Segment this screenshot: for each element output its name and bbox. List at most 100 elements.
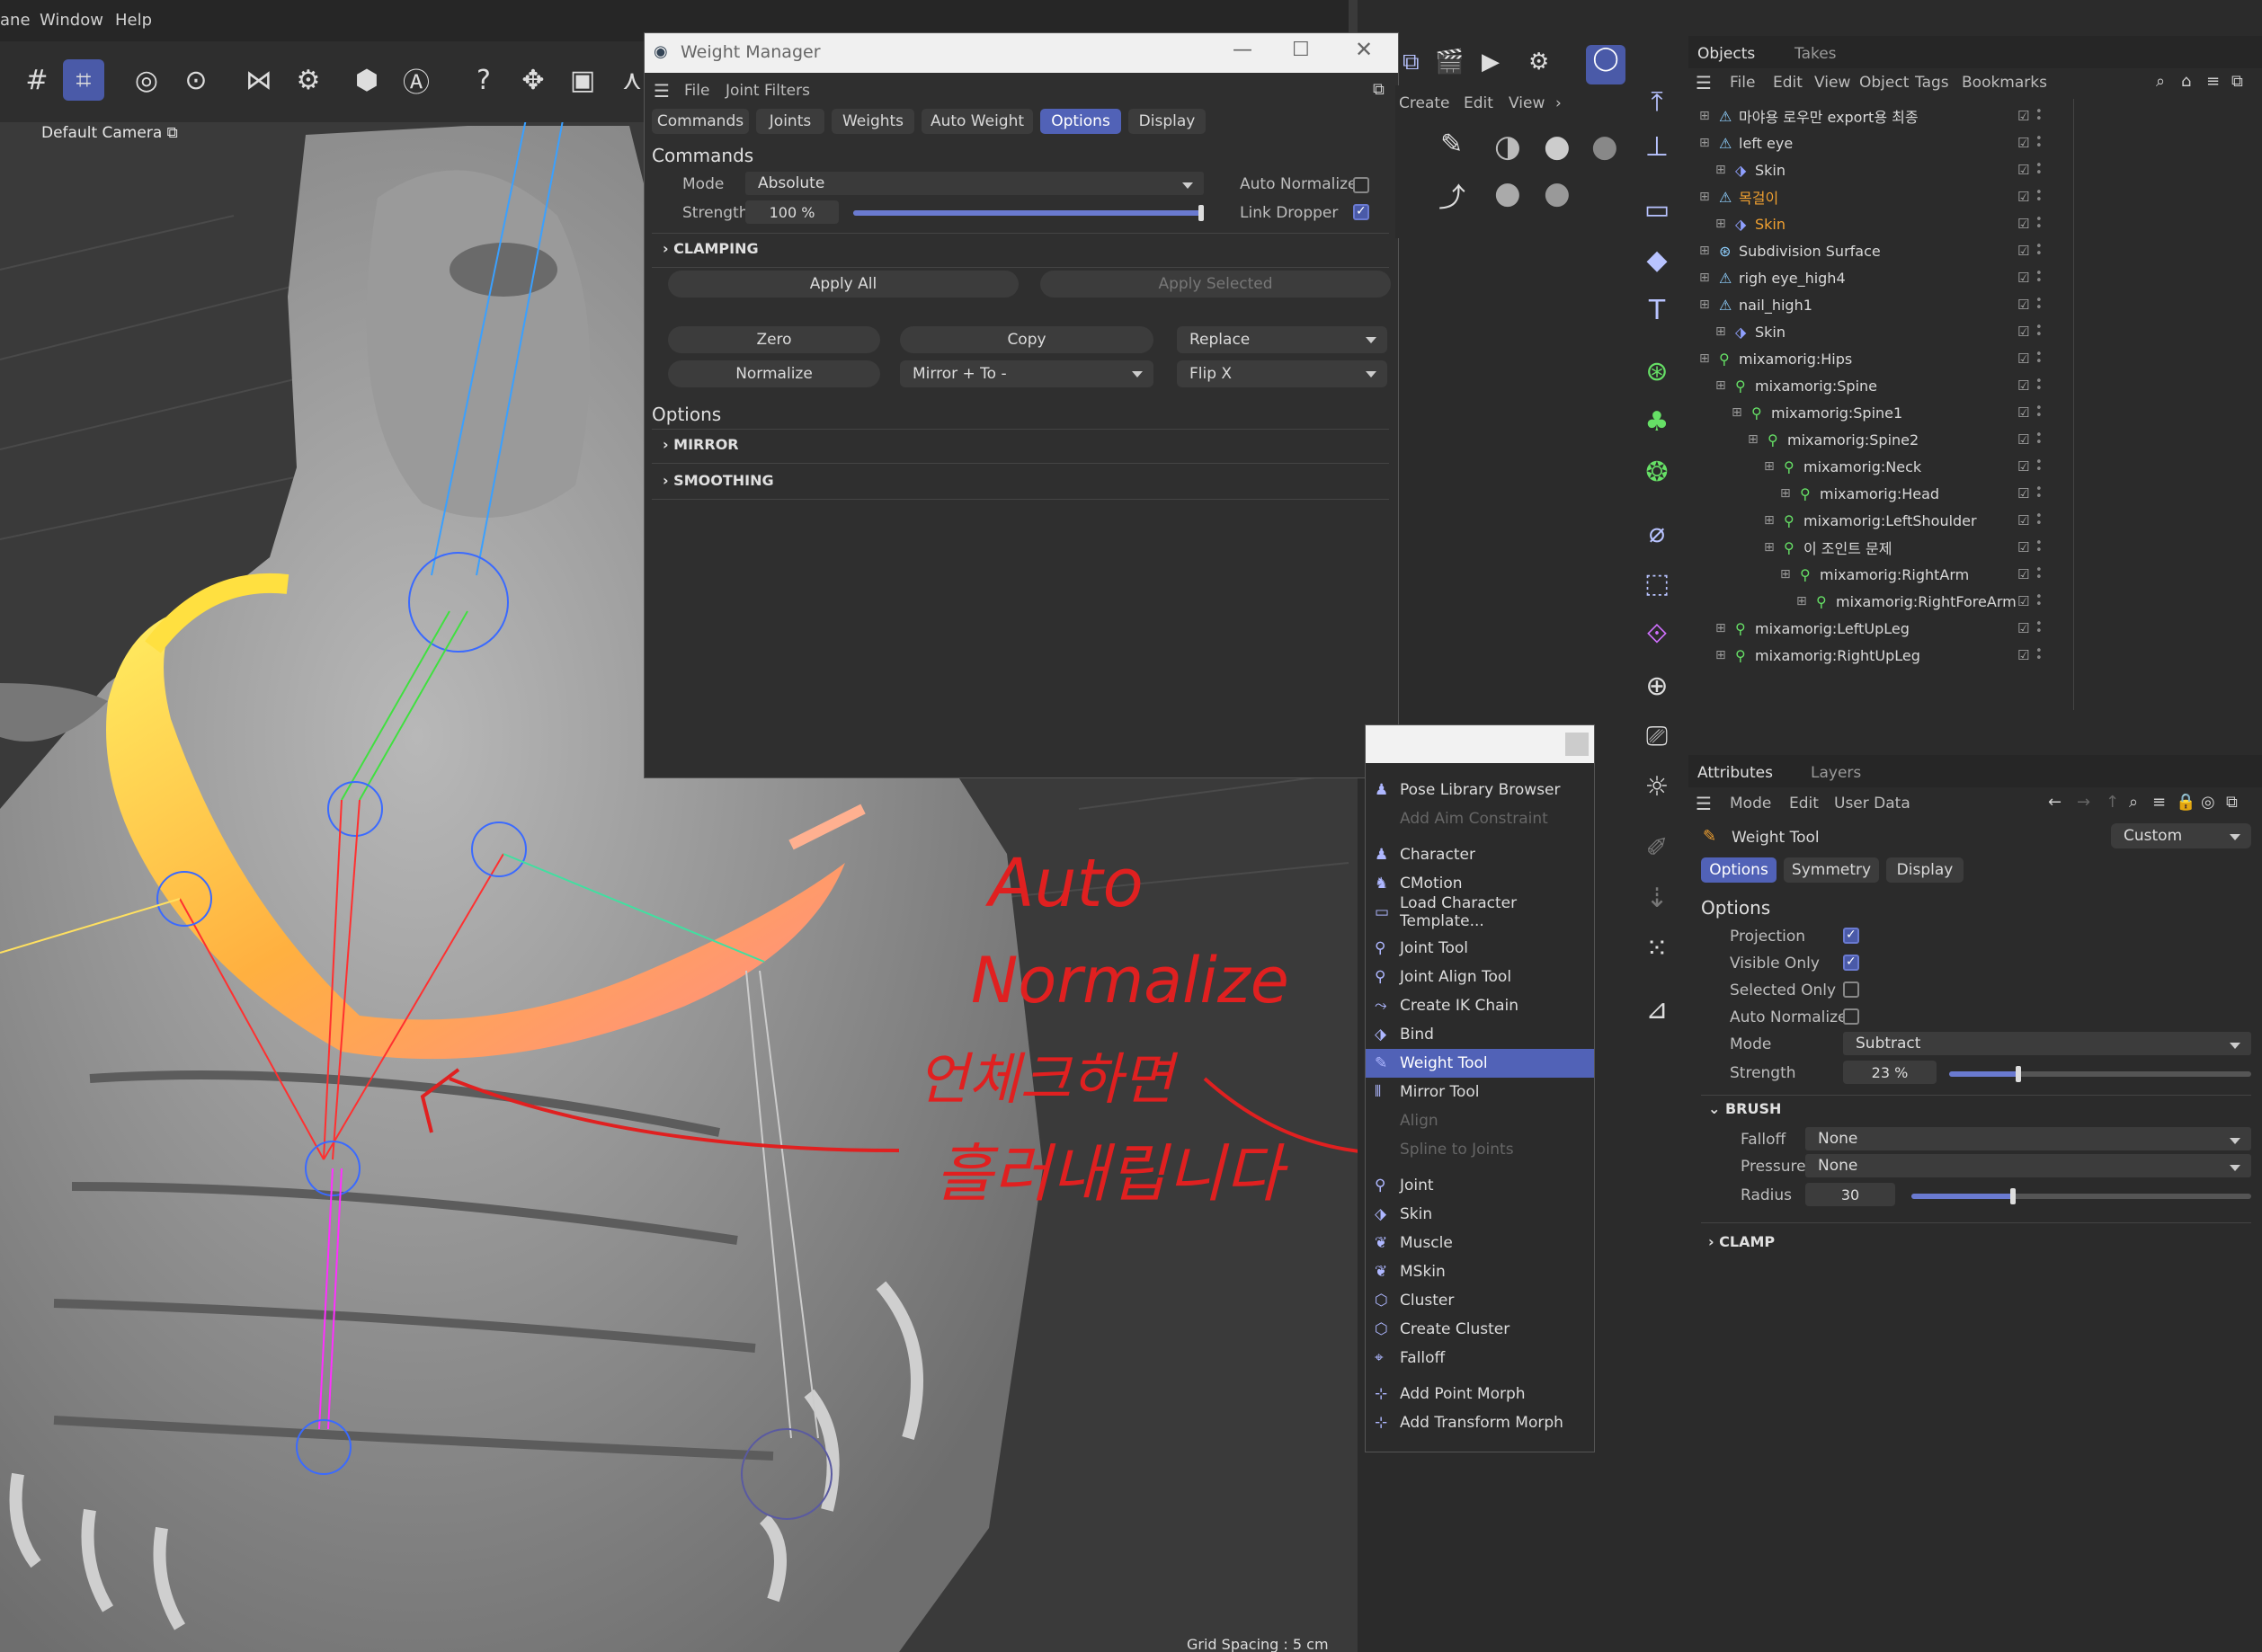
- workplane-icon[interactable]: ⊿: [1636, 989, 1678, 1030]
- menu-ane[interactable]: ane: [0, 11, 31, 30]
- apply-selected-button[interactable]: Apply Selected: [1040, 271, 1391, 298]
- symmetry-icon[interactable]: ⋈: [238, 59, 280, 101]
- close-icon[interactable]: ✕: [1355, 37, 1373, 62]
- layer-toggle-icon[interactable]: ☑: [2017, 297, 2029, 313]
- auto-normalize-checkbox[interactable]: [1843, 1008, 1859, 1025]
- visibility-dots-icon[interactable]: • •: [2035, 430, 2043, 449]
- preset-dropdown[interactable]: Custom: [2111, 823, 2251, 848]
- expand-icon[interactable]: ⊞: [1715, 621, 1726, 635]
- hamburger-icon[interactable]: ☰: [654, 80, 670, 102]
- expand-icon[interactable]: ⊞: [1748, 432, 1759, 447]
- smoothing-section[interactable]: › SMOOTHING: [663, 472, 774, 489]
- pin-icon[interactable]: ◎: [2201, 793, 2215, 812]
- mirror-to-dropdown[interactable]: Mirror + To -: [900, 360, 1153, 387]
- object-row[interactable]: ⊞ ⚠ 마야용 로우만 export용 최종 ☑ • •: [1688, 102, 2262, 129]
- tab-auto-weight[interactable]: Auto Weight: [922, 109, 1033, 134]
- snap-toggle-icon[interactable]: ⌗: [63, 59, 104, 101]
- object-row[interactable]: ⊞ ⚠ left eye ☑ • •: [1688, 129, 2262, 156]
- menu-joint-filters[interactable]: Joint Filters: [726, 82, 810, 100]
- visibility-dots-icon[interactable]: • •: [2035, 564, 2043, 583]
- layer-toggle-icon[interactable]: ☑: [2017, 404, 2029, 421]
- minimize-icon[interactable]: —: [1233, 39, 1252, 61]
- eyedropper-icon[interactable]: ✎: [1440, 129, 1463, 160]
- up-arrow-icon[interactable]: ↑: [2106, 793, 2119, 812]
- layer-toggle-icon[interactable]: ☑: [2017, 647, 2029, 663]
- menu-help[interactable]: Help: [115, 11, 152, 30]
- object-row[interactable]: ⊞ ⚲ 이 조인트 문제 ☑ • •: [1688, 534, 2262, 561]
- cm-menu-edit[interactable]: Edit: [1464, 94, 1493, 112]
- link-dropper-checkbox[interactable]: [1353, 204, 1369, 220]
- menu-file[interactable]: File: [684, 82, 709, 100]
- expand-icon[interactable]: ⊞: [1796, 594, 1807, 608]
- layer-toggle-icon[interactable]: ☑: [2017, 377, 2029, 394]
- object-row[interactable]: ⊞ ⚲ mixamorig:LeftUpLeg ☑ • •: [1688, 615, 2262, 642]
- mode-dropdown[interactable]: Subtract: [1843, 1032, 2251, 1055]
- visibility-dots-icon[interactable]: • •: [2035, 403, 2043, 422]
- object-row[interactable]: ⊞ ⚠ nail_high1 ☑ • •: [1688, 291, 2262, 318]
- generator-icon[interactable]: ⊛: [1636, 351, 1678, 392]
- obj-menu-object[interactable]: Object: [1859, 74, 1909, 92]
- lock-icon[interactable]: 🔒: [2176, 793, 2195, 812]
- menu-item[interactable]: ⚲ Joint: [1366, 1171, 1594, 1200]
- menu-window[interactable]: Window: [40, 11, 103, 30]
- object-row[interactable]: ⊞ ⬗ Skin ☑ • •: [1688, 318, 2262, 345]
- tab-objects[interactable]: Objects: [1697, 45, 1755, 63]
- material-sphere-icon[interactable]: ●: [1544, 129, 1571, 164]
- obj-menu-view[interactable]: View: [1814, 74, 1850, 92]
- popup-close-icon[interactable]: [1565, 733, 1589, 756]
- expand-icon[interactable]: ⊞: [1715, 163, 1726, 177]
- expand-icon[interactable]: ⊞: [1715, 217, 1726, 231]
- back-arrow-icon[interactable]: ←: [2048, 793, 2062, 812]
- visibility-dots-icon[interactable]: • •: [2035, 268, 2043, 287]
- menu-item[interactable]: ⫴ Mirror Tool: [1366, 1078, 1594, 1106]
- expand-icon[interactable]: ⊞: [1699, 351, 1710, 366]
- flip-x-dropdown[interactable]: Flip X: [1177, 360, 1387, 387]
- cm-menu-view[interactable]: View: [1509, 94, 1545, 112]
- visibility-dots-icon[interactable]: • •: [2035, 537, 2043, 556]
- menu-item[interactable]: ❦ MSkin: [1366, 1257, 1594, 1286]
- clamping-section[interactable]: › CLAMPING: [663, 240, 759, 257]
- cm-menu-more[interactable]: ›: [1555, 94, 1562, 112]
- layer-toggle-icon[interactable]: ☑: [2017, 458, 2029, 475]
- tab-layers[interactable]: Layers: [1811, 764, 1861, 782]
- layer-toggle-icon[interactable]: ☑: [2017, 620, 2029, 636]
- mirror-section[interactable]: › MIRROR: [663, 436, 739, 453]
- menu-item[interactable]: ⊹ Add Transform Morph: [1366, 1408, 1594, 1437]
- attr-menu-user-data[interactable]: User Data: [1834, 795, 1910, 813]
- strength-field[interactable]: 100 %: [745, 200, 839, 224]
- forward-arrow-icon[interactable]: →: [2077, 793, 2090, 812]
- visibility-dots-icon[interactable]: • •: [2035, 241, 2043, 260]
- layer-toggle-icon[interactable]: ☑: [2017, 351, 2029, 367]
- cloner-icon[interactable]: ♣: [1636, 401, 1678, 442]
- object-row[interactable]: ⊞ ⚲ mixamorig:Spine1 ☑ • •: [1688, 399, 2262, 426]
- menu-item[interactable]: ⬡ Cluster: [1366, 1286, 1594, 1315]
- render-view-icon[interactable]: ⬢: [346, 59, 387, 101]
- visibility-dots-icon[interactable]: • •: [2035, 295, 2043, 314]
- rectangle-icon[interactable]: ▭: [1636, 189, 1678, 230]
- points-icon[interactable]: ⁙: [1636, 928, 1678, 969]
- brush-icon[interactable]: ✐: [1636, 827, 1678, 868]
- interactive-render-icon[interactable]: ◯: [1586, 45, 1625, 84]
- object-row[interactable]: ⊞ ⬗ Skin ☑ • •: [1688, 210, 2262, 237]
- object-row[interactable]: ⊞ ⚲ mixamorig:LeftShoulder ☑ • •: [1688, 507, 2262, 534]
- obj-menu-tags[interactable]: Tags: [1915, 74, 1949, 92]
- object-row[interactable]: ⊞ ⚲ mixamorig:Neck ☑ • •: [1688, 453, 2262, 480]
- strength-slider[interactable]: [853, 205, 1204, 221]
- expand-icon[interactable]: ⊞: [1699, 244, 1710, 258]
- menu-item[interactable]: ♟ Character: [1366, 840, 1594, 869]
- hamburger-icon[interactable]: ☰: [1696, 793, 1712, 814]
- visibility-dots-icon[interactable]: • •: [2035, 187, 2043, 206]
- layer-toggle-icon[interactable]: ☑: [2017, 431, 2029, 448]
- normalize-button[interactable]: Normalize: [668, 360, 880, 387]
- replace-dropdown[interactable]: Replace: [1177, 326, 1387, 353]
- copy-button[interactable]: Copy: [900, 326, 1153, 353]
- object-row[interactable]: ⊞ ⚲ mixamorig:Head ☑ • •: [1688, 480, 2262, 507]
- apply-all-button[interactable]: Apply All: [668, 271, 1019, 298]
- expand-icon[interactable]: ⊞: [1699, 190, 1710, 204]
- weight-manager-titlebar[interactable]: ◉ Weight Manager — ☐ ✕: [645, 33, 1398, 73]
- menu-item[interactable]: ⬗ Bind: [1366, 1020, 1594, 1049]
- menu-item[interactable]: ♟ Pose Library Browser: [1366, 776, 1594, 804]
- expand-icon[interactable]: ⊞: [1715, 378, 1726, 393]
- zero-button[interactable]: Zero: [668, 326, 880, 353]
- radius-field[interactable]: 30: [1805, 1183, 1895, 1206]
